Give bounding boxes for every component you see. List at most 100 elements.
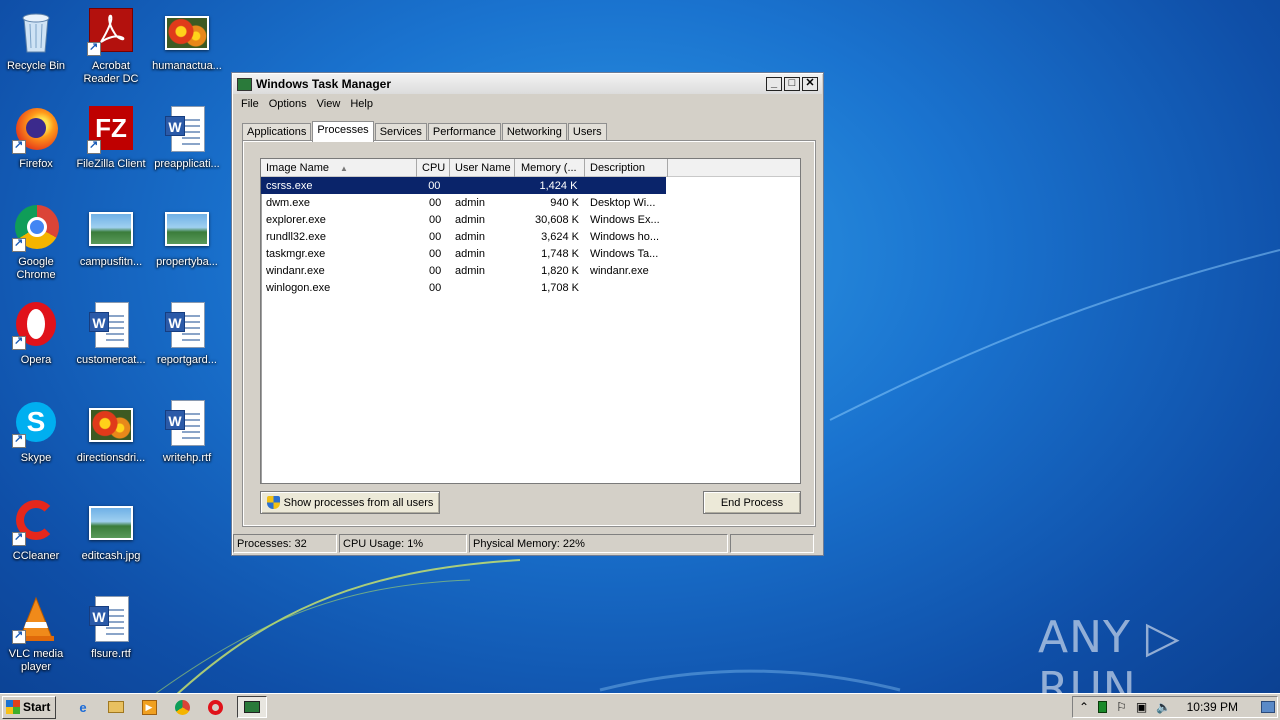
tab-services[interactable]: Services	[374, 123, 427, 141]
menu-view[interactable]: View	[312, 98, 346, 110]
shield-icon	[266, 496, 280, 509]
desktop-icon-humanactua[interactable]: humanactua...	[149, 8, 225, 73]
desktop-icon-label: Firefox	[19, 158, 53, 170]
shortcut-arrow-icon	[12, 139, 26, 154]
column-cpu[interactable]: CPU	[417, 159, 450, 177]
desktop-icon-acrobat[interactable]: Acrobat Reader DC	[73, 8, 149, 86]
file-explorer-icon[interactable]	[105, 696, 127, 718]
menu-help[interactable]: Help	[345, 98, 378, 110]
taskbar: Start e ▶ ⌃ ⚐ ▣ 🔈 10:39 PM	[0, 693, 1280, 720]
column-user-name[interactable]: User Name	[450, 159, 515, 177]
tab-processes[interactable]: Processes	[312, 121, 374, 142]
desktop-icon-chrome[interactable]: Google Chrome	[0, 204, 74, 282]
desktop-icon-flsure[interactable]: W flsure.rtf	[73, 596, 149, 661]
menu-file[interactable]: File	[236, 98, 264, 110]
shortcut-arrow-icon	[12, 629, 26, 644]
show-desktop-icon[interactable]	[1261, 701, 1275, 713]
desktop-icon-ccleaner[interactable]: CCleaner	[0, 498, 74, 563]
desktop-icon-label: writehp.rtf	[162, 452, 212, 464]
desktop-icon-directionsdri[interactable]: directionsdri...	[73, 400, 149, 465]
shortcut-arrow-icon	[87, 139, 101, 154]
volume-icon[interactable]: 🔈	[1156, 700, 1171, 714]
column-description[interactable]: Description	[585, 159, 668, 177]
desktop-icon-label: Skype	[20, 452, 52, 464]
opera-taskbar-icon[interactable]	[204, 696, 226, 718]
chrome-icon	[12, 204, 60, 252]
title-bar[interactable]: Windows Task Manager _ □ ✕	[233, 74, 822, 94]
clock[interactable]: 10:39 PM	[1187, 700, 1238, 714]
window-title: Windows Task Manager	[256, 77, 392, 91]
ccleaner-icon	[12, 498, 60, 546]
status-processes: Processes: 32	[233, 534, 337, 553]
desktop-icon-label: Acrobat Reader DC	[83, 60, 139, 85]
status-bar: Processes: 32 CPU Usage: 1% Physical Mem…	[233, 534, 822, 554]
windows-logo-icon	[6, 700, 20, 714]
desktop-icon-label: VLC media player	[8, 648, 64, 673]
media-player-icon[interactable]: ▶	[138, 696, 160, 718]
flag-icon[interactable]: ⚐	[1116, 700, 1127, 714]
desktop-icon-writehp[interactable]: W writehp.rtf	[149, 400, 225, 465]
desktop-icon-label: directionsdri...	[76, 452, 146, 464]
table-row[interactable]: dwm.exe 00 admin 940 K Desktop Wi...	[261, 194, 800, 211]
table-row[interactable]: taskmgr.exe 00 admin 1,748 K Windows Ta.…	[261, 245, 800, 262]
start-button[interactable]: Start	[2, 695, 56, 719]
image-file-icon	[87, 400, 135, 448]
table-row[interactable]: rundll32.exe 00 admin 3,624 K Windows ho…	[261, 228, 800, 245]
close-button[interactable]: ✕	[802, 77, 818, 91]
image-file-icon	[87, 498, 135, 546]
desktop-icon-label: editcash.jpg	[81, 550, 141, 562]
processes-panel: Image Name ▲ CPU User Name Memory (... D…	[242, 140, 816, 527]
minimize-button[interactable]: _	[766, 77, 782, 91]
shortcut-arrow-icon	[12, 433, 26, 448]
tab-performance[interactable]: Performance	[427, 123, 501, 141]
word-document-icon: W	[87, 596, 135, 644]
task-manager-tray-icon[interactable]	[1098, 701, 1108, 713]
desktop-icon-label: flsure.rtf	[91, 648, 131, 660]
desktop-icon-opera[interactable]: Opera	[0, 302, 74, 367]
maximize-button[interactable]: □	[784, 77, 800, 91]
table-row[interactable]: winlogon.exe 00 1,708 K	[261, 279, 800, 296]
show-hidden-icons-icon[interactable]: ⌃	[1079, 700, 1089, 714]
task-manager-taskbar-button[interactable]	[237, 696, 267, 718]
desktop-icon-reportgard[interactable]: W reportgard...	[149, 302, 225, 367]
desktop-icon-filezilla[interactable]: FZ FileZilla Client	[73, 106, 149, 171]
desktop-icon-label: propertyba...	[156, 256, 218, 268]
tab-applications[interactable]: Applications	[242, 123, 312, 141]
desktop-icon-vlc[interactable]: VLC media player	[0, 596, 74, 674]
process-list[interactable]: Image Name ▲ CPU User Name Memory (... D…	[260, 158, 801, 484]
shortcut-arrow-icon	[12, 531, 26, 546]
end-process-button[interactable]: End Process	[703, 491, 801, 514]
table-row[interactable]: explorer.exe 00 admin 30,608 K Windows E…	[261, 211, 800, 228]
shortcut-arrow-icon	[87, 41, 101, 56]
desktop-icon-label: CCleaner	[12, 550, 60, 562]
desktop-icon-label: Opera	[20, 354, 52, 366]
desktop-icon-customercat[interactable]: W customercat...	[73, 302, 149, 367]
table-row[interactable]: windanr.exe 00 admin 1,820 K windanr.exe	[261, 262, 800, 279]
desktop-icon-preapplicati[interactable]: W preapplicati...	[149, 106, 225, 171]
column-image-name[interactable]: Image Name ▲	[261, 159, 417, 177]
network-icon[interactable]: ▣	[1136, 700, 1147, 714]
desktop-icon-label: humanactua...	[152, 60, 222, 72]
table-row[interactable]: csrss.exe 00 1,424 K	[261, 177, 666, 194]
tab-users[interactable]: Users	[567, 123, 607, 141]
desktop-icon-propertyba[interactable]: propertyba...	[149, 204, 225, 269]
chrome-taskbar-icon[interactable]	[171, 696, 193, 718]
show-all-processes-button[interactable]: Show processes from all users	[260, 491, 440, 514]
word-document-icon: W	[163, 400, 211, 448]
image-file-icon	[87, 204, 135, 252]
status-empty	[730, 534, 814, 553]
desktop-icon-editcash[interactable]: editcash.jpg	[73, 498, 149, 563]
menu-options[interactable]: Options	[264, 98, 312, 110]
desktop-icon-campusfitn[interactable]: campusfitn...	[73, 204, 149, 269]
desktop-icon-recycle-bin[interactable]: Recycle Bin	[0, 8, 74, 73]
tab-networking[interactable]: Networking	[501, 123, 567, 141]
desktop-icon-firefox[interactable]: Firefox	[0, 106, 74, 171]
image-file-icon	[163, 204, 211, 252]
internet-explorer-icon[interactable]: e	[72, 696, 94, 718]
system-tray: ⌃ ⚐ ▣ 🔈 10:39 PM	[1072, 696, 1278, 718]
desktop-icon-skype[interactable]: S Skype	[0, 400, 74, 465]
menu-bar: File Options View Help	[232, 94, 823, 114]
image-file-icon	[163, 8, 211, 56]
desktop-icon-label: customercat...	[76, 354, 146, 366]
column-memory[interactable]: Memory (...	[515, 159, 585, 177]
